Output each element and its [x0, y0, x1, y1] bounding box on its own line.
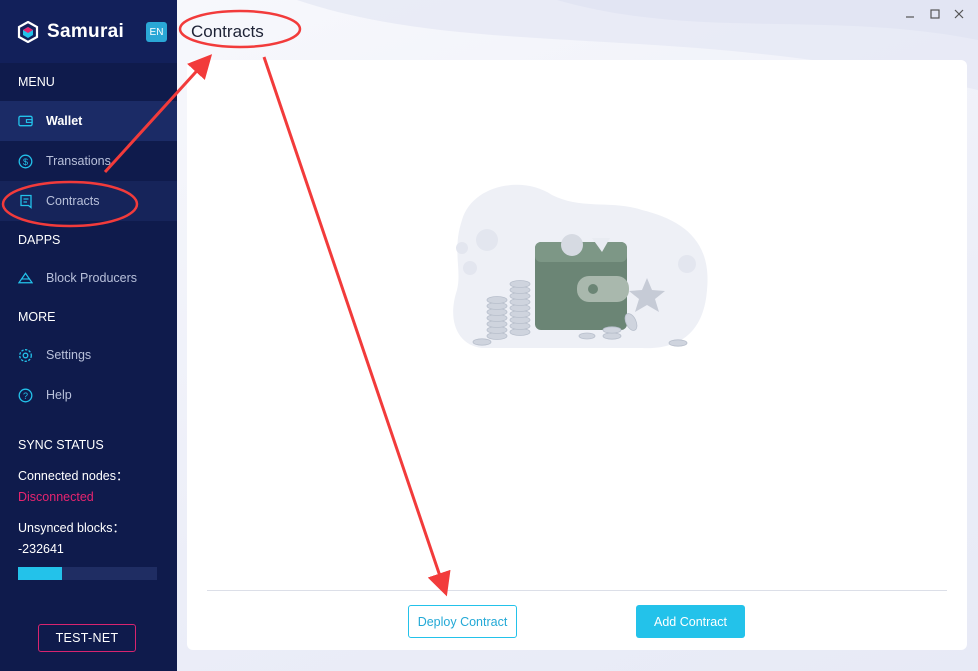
connected-nodes-label: Connected nodes：: [18, 469, 129, 483]
unsynced-blocks-value: -232641: [18, 542, 64, 556]
wallet-icon: [18, 114, 33, 129]
main-area: Contracts Deploy Contract Add Contract: [177, 0, 978, 671]
help-icon: ?: [18, 388, 33, 403]
close-icon[interactable]: [951, 6, 967, 22]
sync-progress-bar: [18, 567, 157, 580]
cube-icon: [18, 271, 33, 286]
sidebar: Samurai EN MENU Wallet $ Transations Con…: [0, 0, 177, 671]
connected-nodes-value: Disconnected: [18, 490, 94, 504]
sync-status-title: SYNC STATUS: [18, 438, 104, 452]
sidebar-item-label: Contracts: [46, 194, 100, 208]
sidebar-item-label: Settings: [46, 348, 92, 362]
sidebar-item-transations[interactable]: $ Transations: [0, 141, 177, 181]
page-title: Contracts: [191, 22, 264, 41]
svg-text:$: $: [23, 157, 28, 167]
more-section-title: MORE: [18, 310, 56, 324]
sidebar-item-settings[interactable]: Settings: [0, 335, 177, 375]
svg-text:?: ?: [23, 391, 28, 401]
language-button[interactable]: EN: [146, 22, 167, 42]
brand-name: Samurai: [47, 20, 125, 42]
footer-divider: [207, 590, 947, 591]
deploy-contract-button[interactable]: Deploy Contract: [408, 605, 517, 638]
unsynced-blocks-label: Unsynced blocks：: [18, 521, 125, 535]
content-card: Deploy Contract Add Contract: [187, 60, 967, 650]
sidebar-item-contracts[interactable]: Contracts: [0, 181, 177, 221]
sidebar-item-block-producers[interactable]: Block Producers: [0, 258, 177, 298]
menu-section-title: MENU: [18, 75, 55, 89]
gear-icon: [18, 348, 33, 363]
samurai-logo-icon: [17, 20, 39, 43]
maximize-icon[interactable]: [927, 6, 943, 22]
sidebar-item-label: Transations: [46, 154, 111, 168]
empty-wallet-illustration: [453, 184, 708, 349]
contract-icon: [18, 194, 33, 209]
sidebar-item-label: Wallet: [46, 114, 83, 128]
dapps-section-title: DAPPS: [18, 233, 61, 247]
dollar-icon: $: [18, 154, 33, 169]
sync-progress-fill: [18, 567, 63, 580]
add-contract-button[interactable]: Add Contract: [636, 605, 745, 638]
sidebar-item-help[interactable]: ? Help: [0, 375, 177, 415]
sidebar-item-wallet[interactable]: Wallet: [0, 101, 177, 141]
minimize-icon[interactable]: [902, 6, 918, 22]
sidebar-item-label: Help: [46, 388, 72, 402]
sidebar-item-label: Block Producers: [46, 271, 138, 285]
network-button[interactable]: TEST-NET: [38, 624, 136, 652]
